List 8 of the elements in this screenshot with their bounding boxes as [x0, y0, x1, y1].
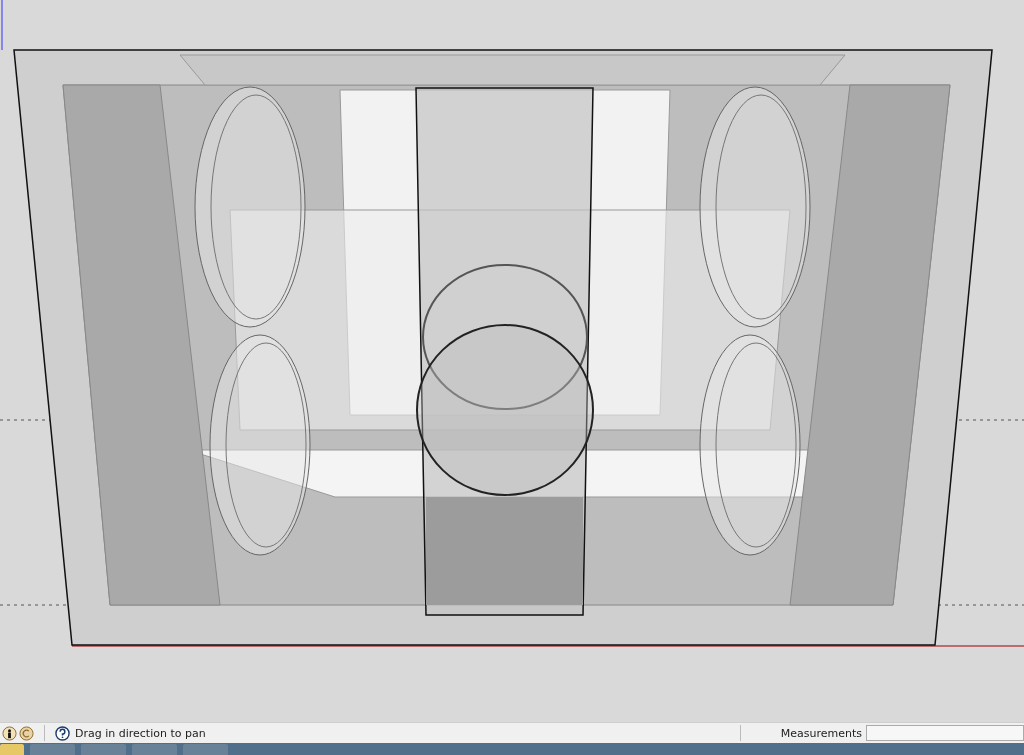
status-hint: Drag in direction to pan: [75, 726, 206, 740]
taskbar-button[interactable]: [183, 744, 228, 755]
taskbar-button[interactable]: [81, 744, 126, 755]
taskbar-button[interactable]: [132, 744, 177, 755]
measurements-label: Measurements: [780, 726, 862, 740]
copyright-icon[interactable]: [19, 725, 34, 741]
measurements-field[interactable]: [866, 725, 1024, 741]
help-icon[interactable]: [55, 725, 70, 741]
